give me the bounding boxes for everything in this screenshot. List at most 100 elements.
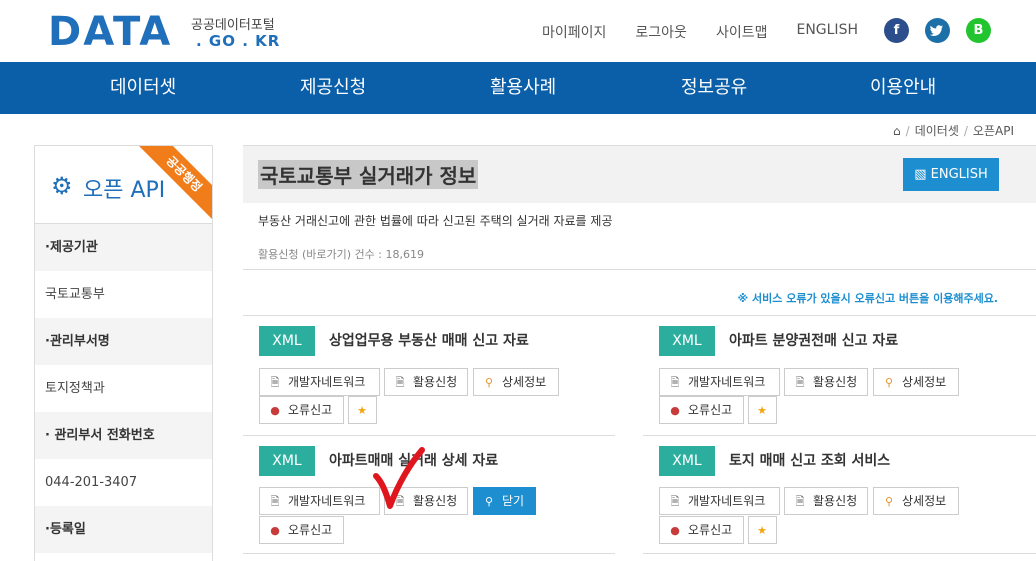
alert-icon: ●	[670, 404, 680, 417]
close-button[interactable]: ⚲ 닫기	[473, 487, 536, 515]
sidebar-title: 오픈 API	[83, 178, 166, 203]
error-report-label: 오류신고	[688, 403, 733, 417]
dev-network-label: 개발자네트워크	[288, 375, 366, 389]
breadcrumb: ⌂ / 데이터셋 / 오픈API	[893, 124, 1014, 138]
dev-network-button[interactable]: 🗎 개발자네트워크	[659, 368, 780, 396]
gear-icon: ⚙	[51, 172, 73, 200]
xml-badge: XML	[259, 326, 315, 356]
sidebar-value-department: 토지정책과	[35, 365, 212, 412]
sidebar-label-department: ·관리부서명	[35, 318, 212, 365]
blog-icon[interactable]: B	[966, 18, 991, 43]
document-icon: 🗎	[670, 376, 680, 389]
dev-network-label: 개발자네트워크	[688, 375, 766, 389]
sidebar-label-provider: ·제공기관	[35, 224, 212, 271]
favorite-button[interactable]: ★	[748, 396, 777, 424]
dev-network-button[interactable]: 🗎 개발자네트워크	[659, 487, 780, 515]
detail-button[interactable]: ⚲ 상세정보	[873, 368, 959, 396]
nav-item-cases[interactable]: 활용사례	[490, 62, 556, 114]
error-report-label: 오류신고	[288, 403, 333, 417]
dataset-info-panel: 국토교통부 실거래가 정보 ▧ ENGLISH 부동산 거래신고에 관한 법률에…	[243, 145, 1036, 270]
home-icon[interactable]: ⌂	[893, 124, 901, 138]
sidebar-value-provider: 국토교통부	[35, 271, 212, 318]
error-report-button[interactable]: ● 오류신고	[259, 516, 344, 544]
document-icon: 🗎	[670, 495, 680, 508]
top-links: 마이페이지 로그아웃 사이트맵 ENGLISH	[542, 22, 887, 42]
sidebar-label-regdate: ·등록일	[35, 506, 212, 553]
english-button-label: ENGLISH	[930, 167, 988, 182]
xml-badge: XML	[659, 326, 715, 356]
divider	[243, 435, 615, 436]
search-icon: ⚲	[884, 376, 894, 389]
alert-icon: ●	[670, 524, 680, 537]
detail-label: 상세정보	[902, 375, 947, 389]
apply-button[interactable]: 🗎 활용신청	[784, 487, 868, 515]
error-report-button[interactable]: ● 오류신고	[259, 396, 344, 424]
dev-network-label: 개발자네트워크	[688, 494, 766, 508]
xml-badge: XML	[259, 446, 315, 476]
usage-count: 활용신청 (바로가기) 건수 : 18,619	[258, 248, 424, 261]
twitter-icon[interactable]	[925, 18, 950, 43]
nav-item-dataset[interactable]: 데이터셋	[110, 62, 176, 114]
breadcrumb-openapi: 오픈API	[972, 124, 1014, 138]
favorite-button[interactable]: ★	[748, 516, 777, 544]
sidebar-value-phone: 044-201-3407	[35, 459, 212, 506]
dev-network-button[interactable]: 🗎 개발자네트워크	[259, 368, 380, 396]
apply-label: 활용신청	[413, 375, 458, 389]
api-card: XML 아파트매매 실거래 상세 자료 🗎 개발자네트워크 🗎 활용신청 ⚲ 닫기 ●…	[259, 446, 615, 546]
error-report-label: 오류신고	[688, 523, 733, 537]
nav-item-guide[interactable]: 이용안내	[870, 62, 936, 114]
error-notice: ※ 서비스 오류가 있을시 오류신고 버튼을 이용해주세요.	[737, 292, 999, 305]
checkmark-icon	[373, 447, 425, 509]
api-card: XML 상업업무용 부동산 매매 신고 자료 🗎 개발자네트워크 🗎 활용신청 ⚲ 상…	[259, 326, 615, 426]
divider	[643, 435, 1036, 436]
detail-label: 상세정보	[502, 375, 547, 389]
sidebar-header: ⚙ 오픈 API 공공행정	[35, 146, 212, 225]
nav-item-request[interactable]: 제공신청	[300, 62, 366, 114]
divider	[643, 553, 1036, 554]
sidebar: ⚙ 오픈 API 공공행정 ·제공기관 국토교통부 ·관리부서명 토지정책과 ·…	[34, 145, 213, 561]
detail-button[interactable]: ⚲ 상세정보	[873, 487, 959, 515]
api-card: XML 아파트 분양권전매 신고 자료 🗎 개발자네트워크 🗎 활용신청 ⚲ 상세정보…	[659, 326, 1015, 426]
apply-button[interactable]: 🗎 활용신청	[384, 368, 468, 396]
alert-icon: ●	[270, 524, 280, 537]
api-card: XML 토지 매매 신고 조회 서비스 🗎 개발자네트워크 🗎 활용신청 ⚲ 상세정보…	[659, 446, 1015, 546]
facebook-icon[interactable]: f	[884, 18, 909, 43]
apply-label: 활용신청	[813, 494, 858, 508]
document-icon: 🗎	[270, 376, 280, 389]
main-nav: 데이터셋 제공신청 활용사례 정보공유 이용안내	[0, 62, 1036, 114]
logo-main-text: DATA	[48, 9, 173, 55]
alert-icon: ●	[270, 404, 280, 417]
api-title[interactable]: 상업업무용 부동산 매매 신고 자료	[329, 330, 529, 350]
nav-item-info-share[interactable]: 정보공유	[681, 62, 747, 114]
english-button[interactable]: ▧ ENGLISH	[903, 158, 999, 191]
divider	[243, 315, 1036, 316]
close-label: 닫기	[502, 494, 525, 508]
sitemap-link[interactable]: 사이트맵	[716, 22, 768, 42]
mypage-link[interactable]: 마이페이지	[542, 22, 606, 42]
logo-domain-text: . GO . KR	[196, 32, 281, 50]
search-icon: ⚲	[484, 495, 494, 508]
page-title: 국토교통부 실거래가 정보	[258, 160, 479, 189]
site-header: DATA 공공데이터포털 . GO . KR 마이페이지 로그아웃 사이트맵 E…	[0, 0, 1036, 62]
api-title[interactable]: 아파트 분양권전매 신고 자료	[729, 330, 898, 350]
logo-korean-text: 공공데이터포털	[191, 18, 275, 33]
divider	[243, 553, 615, 554]
error-report-button[interactable]: ● 오류신고	[659, 516, 744, 544]
star-icon: ★	[357, 404, 367, 417]
api-title[interactable]: 토지 매매 신고 조회 서비스	[729, 450, 890, 470]
logout-link[interactable]: 로그아웃	[635, 22, 687, 42]
breadcrumb-dataset[interactable]: 데이터셋	[915, 124, 959, 138]
dataset-description: 부동산 거래신고에 관한 법률에 따라 신고된 주택의 실거래 자료를 제공	[258, 214, 613, 228]
favorite-button[interactable]: ★	[348, 396, 377, 424]
book-icon: ▧	[914, 167, 927, 182]
document-icon: 🗎	[270, 495, 280, 508]
star-icon: ★	[757, 404, 767, 417]
document-icon: 🗎	[795, 376, 805, 389]
dev-network-button[interactable]: 🗎 개발자네트워크	[259, 487, 380, 515]
detail-label: 상세정보	[902, 494, 947, 508]
document-icon: 🗎	[795, 495, 805, 508]
english-link[interactable]: ENGLISH	[796, 22, 858, 42]
apply-button[interactable]: 🗎 활용신청	[784, 368, 868, 396]
error-report-button[interactable]: ● 오류신고	[659, 396, 744, 424]
detail-button[interactable]: ⚲ 상세정보	[473, 368, 559, 396]
